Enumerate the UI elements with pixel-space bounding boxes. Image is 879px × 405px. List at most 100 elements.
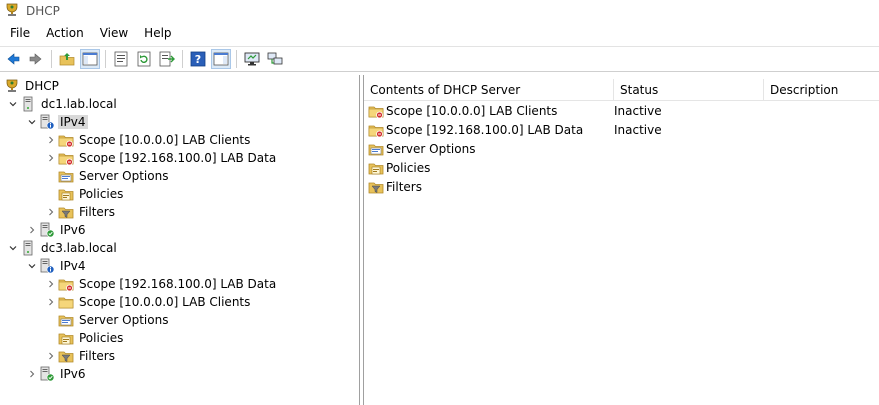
results-pane: Contents of DHCP Server Status Descripti…: [363, 75, 879, 405]
menu-action[interactable]: Action: [40, 26, 90, 40]
filters-icon: [368, 179, 384, 195]
console-tree: DHCP dc1.lab.local IPv4 Scope [10.0.0.0]…: [0, 75, 360, 405]
scope-folder-icon: [58, 294, 74, 310]
toolbar-separator: [105, 50, 106, 68]
action-pane-icon: [213, 52, 229, 66]
ipv4-icon: [39, 258, 55, 274]
tree-node-dc3-ipv4[interactable]: IPv4: [25, 257, 88, 275]
policies-icon: [58, 186, 74, 202]
chevron-right-icon[interactable]: [44, 295, 58, 309]
menu-file[interactable]: File: [4, 26, 36, 40]
menu-view[interactable]: View: [94, 26, 134, 40]
list-item[interactable]: Filters: [368, 177, 878, 196]
tree-node-dc3-scope-192[interactable]: Scope [192.168.100.0] LAB Data: [44, 275, 278, 293]
chevron-down-icon[interactable]: [25, 115, 39, 129]
chevron-right-icon[interactable]: [44, 349, 58, 363]
chevron-right-icon[interactable]: [44, 133, 58, 147]
list-item[interactable]: Server Options: [368, 139, 878, 158]
ipv4-icon: [39, 114, 55, 130]
chevron-down-icon[interactable]: [25, 259, 39, 273]
display-statistics-button[interactable]: [242, 49, 262, 69]
scope-icon: [368, 122, 384, 138]
forward-button[interactable]: [26, 49, 46, 69]
tree-node-dc3-server-options[interactable]: Server Options: [44, 311, 170, 329]
list-item[interactable]: Policies: [368, 158, 878, 177]
toolbar-separator: [51, 50, 52, 68]
list-item[interactable]: Scope [192.168.100.0] LAB Data Inactive: [368, 120, 878, 139]
chevron-right-icon[interactable]: [44, 277, 58, 291]
column-header-status[interactable]: Status: [614, 79, 764, 101]
server-options-icon: [58, 312, 74, 328]
status-text: Inactive: [614, 103, 662, 118]
server-options-icon: [58, 168, 74, 184]
scope-icon: [58, 150, 74, 166]
properties-icon: [114, 51, 128, 67]
window-title: DHCP: [26, 4, 60, 18]
show-hide-console-tree-button[interactable]: [80, 49, 100, 69]
tree-node-dc3-ipv6[interactable]: IPv6: [25, 365, 88, 383]
scope-icon: [368, 103, 384, 119]
tree-node-dc3-filters[interactable]: Filters: [44, 347, 117, 365]
export-list-button[interactable]: [157, 49, 177, 69]
toolbar-separator: [182, 50, 183, 68]
chevron-right-icon[interactable]: [44, 151, 58, 165]
chevron-right-icon[interactable]: [25, 367, 39, 381]
refresh-button[interactable]: [134, 49, 154, 69]
tree-node-dc1-ipv4[interactable]: IPv4: [25, 113, 88, 131]
scope-icon: [58, 132, 74, 148]
help-button[interactable]: ?: [188, 49, 208, 69]
tree-node-dhcp-root[interactable]: DHCP: [4, 77, 61, 95]
up-folder-icon: [59, 53, 75, 66]
dhcp-app-icon: [4, 2, 20, 21]
menu-bar: File Action View Help: [0, 22, 879, 44]
ipv6-icon: [39, 222, 55, 238]
filters-icon: [58, 204, 74, 220]
forward-arrow-icon: [29, 53, 42, 65]
tree-node-dc3-policies[interactable]: Policies: [44, 329, 125, 347]
server-icon: [20, 96, 36, 112]
monitor-icon: [244, 52, 260, 66]
toolbar-separator: [236, 50, 237, 68]
tree-node-dc1-ipv6[interactable]: IPv6: [25, 221, 88, 239]
network-button[interactable]: [265, 49, 285, 69]
dhcp-icon: [4, 78, 20, 94]
toolbar: ?: [0, 46, 879, 72]
server-options-icon: [368, 141, 384, 157]
ipv6-icon: [39, 366, 55, 382]
tree-node-server-dc3[interactable]: dc3.lab.local: [6, 239, 119, 257]
server-icon: [20, 240, 36, 256]
tree-node-server-dc1[interactable]: dc1.lab.local: [6, 95, 119, 113]
properties-button[interactable]: [111, 49, 131, 69]
up-one-level-button[interactable]: [57, 49, 77, 69]
policies-icon: [368, 160, 384, 176]
scope-icon: [58, 276, 74, 292]
tree-node-dc1-server-options[interactable]: Server Options: [44, 167, 170, 185]
tree-node-dc3-scope-10[interactable]: Scope [10.0.0.0] LAB Clients: [44, 293, 252, 311]
tree-node-dc1-scope-10[interactable]: Scope [10.0.0.0] LAB Clients: [44, 131, 252, 149]
list-item[interactable]: Scope [10.0.0.0] LAB Clients Inactive: [368, 101, 878, 120]
tree-node-dc1-scope-192[interactable]: Scope [192.168.100.0] LAB Data: [44, 149, 278, 167]
back-arrow-icon: [7, 53, 20, 65]
tree-node-dc1-filters[interactable]: Filters: [44, 203, 117, 221]
chevron-right-icon[interactable]: [25, 223, 39, 237]
list-header: Contents of DHCP Server Status Descripti…: [364, 79, 879, 101]
refresh-icon: [137, 51, 151, 67]
column-header-description[interactable]: Description: [764, 79, 879, 101]
network-icon: [267, 52, 283, 65]
tree-node-dc1-policies[interactable]: Policies: [44, 185, 125, 203]
status-text: Inactive: [614, 122, 662, 137]
export-list-icon: [159, 51, 175, 67]
back-button[interactable]: [3, 49, 23, 69]
title-bar: DHCP: [0, 0, 879, 22]
filters-icon: [58, 348, 74, 364]
help-icon: ?: [190, 51, 206, 67]
chevron-right-icon[interactable]: [44, 205, 58, 219]
show-hide-action-pane-button[interactable]: [211, 49, 231, 69]
chevron-down-icon[interactable]: [6, 241, 20, 255]
column-header-contents[interactable]: Contents of DHCP Server: [364, 79, 614, 101]
menu-help[interactable]: Help: [138, 26, 177, 40]
show-hide-tree-icon: [82, 52, 98, 66]
svg-text:?: ?: [195, 53, 201, 66]
chevron-down-icon[interactable]: [6, 97, 20, 111]
policies-icon: [58, 330, 74, 346]
